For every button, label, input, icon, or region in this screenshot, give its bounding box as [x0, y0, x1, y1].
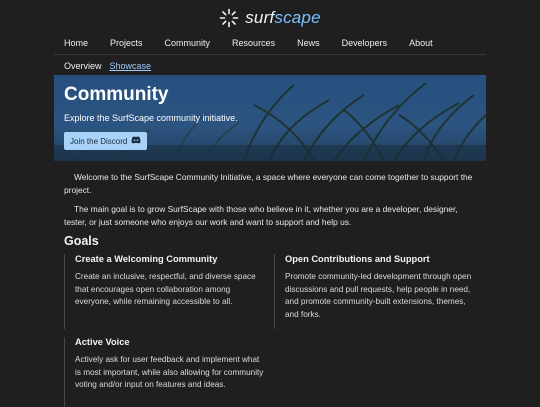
goal-card-body: Create an inclusive, respectful, and div… — [75, 272, 256, 306]
goal-card-body: Actively ask for user feedback and imple… — [75, 355, 264, 389]
join-discord-button[interactable]: Join the Discord — [64, 132, 148, 150]
nav-item-home[interactable]: Home — [64, 38, 88, 48]
goal-card-title: Open Contributions and Support — [285, 254, 430, 264]
goals-heading: Goals — [64, 234, 99, 248]
nav-item-about[interactable]: About — [409, 38, 433, 48]
sun-burst-icon — [219, 8, 239, 28]
goal-card-contributions: Open Contributions and Support Promote c… — [274, 254, 475, 329]
hero-title: Community — [64, 84, 169, 105]
intro-paragraph-2: The main goal is to grow SurfScape with … — [64, 204, 458, 227]
goal-card-welcoming: Create a Welcoming Community Create an i… — [64, 254, 265, 329]
nav-item-news[interactable]: News — [297, 38, 320, 48]
nav-divider — [54, 54, 486, 55]
subnav-item-overview[interactable]: Overview — [64, 61, 102, 71]
brand-name: surfscape — [245, 8, 321, 27]
nav-item-community[interactable]: Community — [165, 38, 211, 48]
hero-subtitle: Explore the SurfScape community initiati… — [64, 113, 238, 123]
nav-item-developers[interactable]: Developers — [342, 38, 388, 48]
site-logo[interactable]: surfscape — [219, 8, 321, 28]
subnav-item-showcase[interactable]: Showcase — [110, 61, 152, 71]
nav-item-resources[interactable]: Resources — [232, 38, 275, 48]
top-header: surfscape — [0, 0, 540, 36]
goal-card-title: Create a Welcoming Community — [75, 254, 218, 264]
nav-item-projects[interactable]: Projects — [110, 38, 143, 48]
hero-banner: Community Explore the SurfScape communit… — [54, 75, 486, 161]
join-discord-label: Join the Discord — [70, 136, 128, 146]
main-nav: Home Projects Community Resources News D… — [64, 38, 455, 48]
intro-paragraph-1: Welcome to the SurfScape Community Initi… — [64, 172, 473, 195]
goal-card-body: Promote community-led development throug… — [285, 272, 472, 319]
goal-card-title: Active Voice — [75, 337, 130, 347]
goal-card-active-voice: Active Voice Actively ask for user feedb… — [64, 337, 265, 407]
discord-icon — [131, 136, 141, 146]
sub-nav: Overview Showcase — [64, 61, 159, 71]
